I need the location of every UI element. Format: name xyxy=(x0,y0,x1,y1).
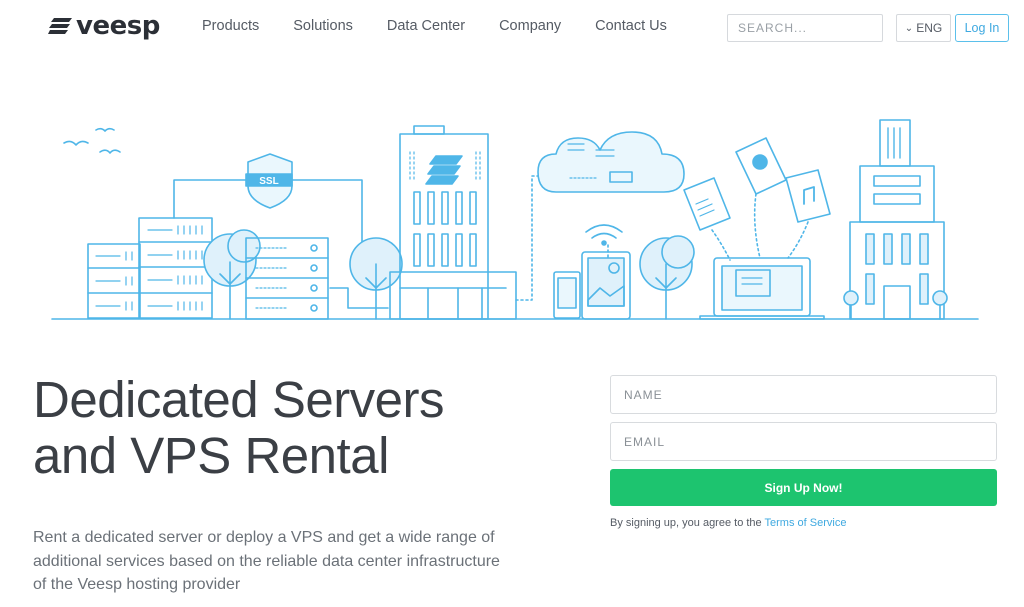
logo-text: veesp xyxy=(76,11,160,41)
network-line xyxy=(329,287,389,309)
network-line xyxy=(291,179,363,263)
nav-solutions[interactable]: Solutions xyxy=(293,17,353,35)
server-rack-icon xyxy=(87,217,213,319)
logo-mark-icon xyxy=(48,18,72,34)
name-field[interactable] xyxy=(610,375,997,414)
wifi-icon xyxy=(585,224,623,246)
terms-prefix: By signing up, you agree to the xyxy=(610,517,762,529)
music-file-icon xyxy=(785,169,831,223)
chevron-down-icon: ⌄ xyxy=(904,22,914,34)
nav-company[interactable]: Company xyxy=(499,17,561,35)
veesp-logo[interactable]: veesp xyxy=(48,12,160,40)
tablet-icon xyxy=(553,251,631,320)
language-selector[interactable]: ⌄ ENG xyxy=(896,14,951,42)
main-nav: Products Solutions Data Center Company C… xyxy=(202,17,701,35)
search-input[interactable] xyxy=(727,14,883,42)
data-center-building-icon xyxy=(389,125,517,320)
document-icon xyxy=(683,177,731,231)
terms-notice: By signing up, you agree to the Terms of… xyxy=(610,517,846,529)
network-line xyxy=(173,179,249,219)
bird-icon xyxy=(63,127,121,154)
nav-data-center[interactable]: Data Center xyxy=(387,17,465,35)
nav-products[interactable]: Products xyxy=(202,17,259,35)
nav-contact-us[interactable]: Contact Us xyxy=(595,17,667,35)
site-header: veesp Products Solutions Data Center Com… xyxy=(0,0,1024,56)
sign-up-button[interactable]: Sign Up Now! xyxy=(610,469,997,506)
tree-icon xyxy=(639,235,695,320)
hero-headline: Dedicated Servers and VPS Rental xyxy=(33,372,533,484)
login-button[interactable]: Log In xyxy=(955,14,1009,42)
hero-illustration: SSL xyxy=(51,119,979,320)
video-file-icon xyxy=(735,137,787,195)
cloud-icon xyxy=(537,131,685,193)
tree-icon xyxy=(349,237,403,320)
laptop-icon xyxy=(699,257,825,320)
headline-line-2: and VPS Rental xyxy=(33,427,389,484)
office-tower-icon xyxy=(843,119,948,320)
headline-line-1: Dedicated Servers xyxy=(33,371,445,428)
terms-of-service-link[interactable]: Terms of Service xyxy=(765,517,847,529)
language-label: ENG xyxy=(916,21,943,35)
email-field[interactable] xyxy=(610,422,997,461)
ssl-label: SSL xyxy=(259,176,278,187)
hero-subtext: Rent a dedicated server or deploy a VPS … xyxy=(33,529,500,593)
